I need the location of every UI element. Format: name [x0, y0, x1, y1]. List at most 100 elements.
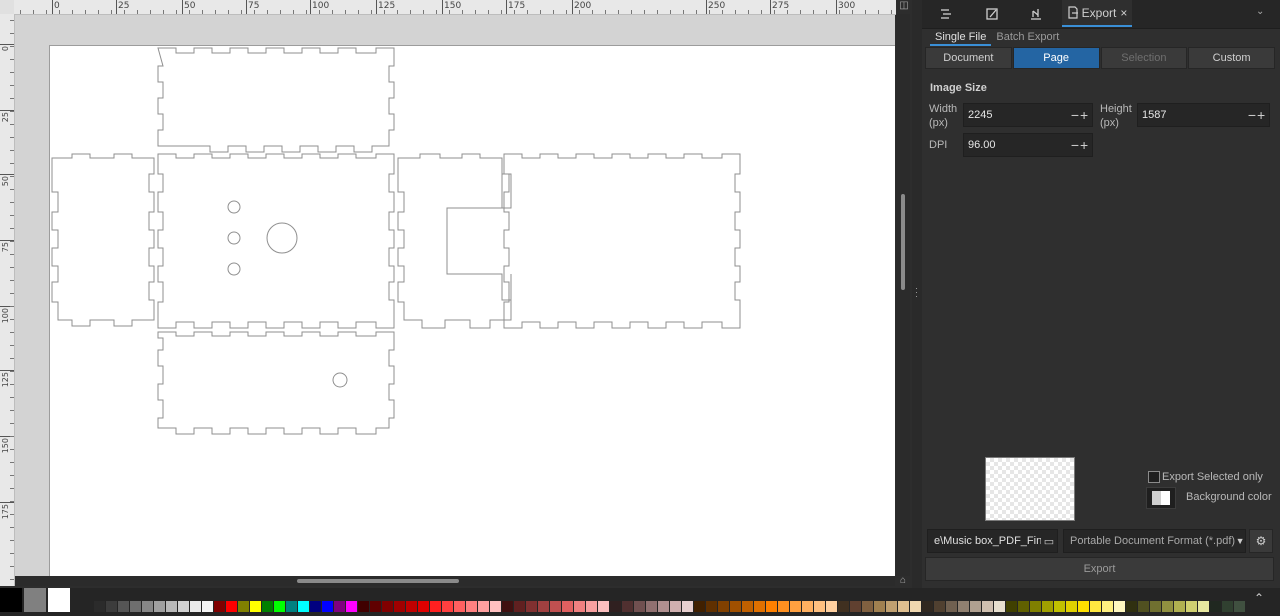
palette-swatch[interactable]	[1066, 601, 1077, 612]
height-stepper[interactable]: −+	[1245, 107, 1269, 123]
palette-swatch[interactable]	[838, 601, 849, 612]
palette-swatch[interactable]	[550, 601, 561, 612]
palette-swatch[interactable]	[562, 601, 573, 612]
dpi-spinbox[interactable]: 96.00 −+	[963, 133, 1093, 157]
palette-swatch[interactable]	[994, 601, 1005, 612]
palette-swatch[interactable]	[586, 601, 597, 612]
palette-swatch[interactable]	[274, 601, 285, 612]
palette-swatch[interactable]	[382, 601, 393, 612]
page-area[interactable]	[49, 45, 895, 576]
palette-swatch[interactable]	[526, 601, 537, 612]
filename-input[interactable]: e\Music box_PDF_Final	[928, 535, 1041, 547]
palette-swatch[interactable]	[946, 601, 957, 612]
palette-swatch[interactable]	[1222, 601, 1233, 612]
palette-swatch[interactable]	[610, 601, 621, 612]
swatch-gray[interactable]	[24, 588, 46, 612]
palette-swatch[interactable]	[898, 601, 909, 612]
palette-swatch[interactable]	[346, 601, 357, 612]
palette-swatch[interactable]	[694, 601, 705, 612]
vertical-ruler[interactable]: 0 25 50 75 100 125 150 175	[0, 14, 15, 586]
plus-icon[interactable]: +	[1080, 137, 1089, 153]
palette-swatch[interactable]	[478, 601, 489, 612]
palette-swatch[interactable]	[1150, 601, 1161, 612]
tab-batch-export[interactable]: Batch Export	[991, 30, 1064, 46]
palette-swatch[interactable]	[286, 601, 297, 612]
palette-swatch[interactable]	[394, 601, 405, 612]
palette-swatch[interactable]	[682, 601, 693, 612]
tab-single-file[interactable]: Single File	[930, 30, 992, 46]
palette-swatch[interactable]	[1114, 601, 1125, 612]
palette-swatch[interactable]	[706, 601, 717, 612]
format-select[interactable]: Portable Document Format (*.pdf) ▼	[1063, 529, 1246, 553]
palette-swatch[interactable]	[958, 601, 969, 612]
palette-swatch[interactable]	[202, 601, 213, 612]
palette-swatch[interactable]	[226, 601, 237, 612]
palette-swatch[interactable]	[442, 601, 453, 612]
palette-swatch[interactable]	[778, 601, 789, 612]
chevron-down-icon[interactable]: ⌄	[1256, 6, 1264, 17]
palette-swatch[interactable]	[874, 601, 885, 612]
palette-swatch[interactable]	[922, 601, 933, 612]
palette-swatch[interactable]	[1042, 601, 1053, 612]
palette-swatch[interactable]	[298, 601, 309, 612]
palette-swatch[interactable]	[814, 601, 825, 612]
horizontal-scroll-thumb[interactable]	[297, 579, 459, 583]
palette-swatch[interactable]	[658, 601, 669, 612]
palette-swatch[interactable]	[1018, 601, 1029, 612]
palette-swatch[interactable]	[766, 601, 777, 612]
palette-swatch[interactable]	[166, 601, 177, 612]
palette-swatch[interactable]	[334, 601, 345, 612]
palette-swatch[interactable]	[406, 601, 417, 612]
palette-swatch[interactable]	[730, 601, 741, 612]
horizontal-ruler[interactable]: 0 25 50 75 100 125 150 175 200 250 275 300	[14, 0, 896, 15]
palette-swatch[interactable]	[982, 601, 993, 612]
palette-swatch[interactable]	[862, 601, 873, 612]
background-color-button[interactable]	[1146, 487, 1176, 509]
palette-swatch[interactable]	[106, 601, 117, 612]
palette-swatch[interactable]	[1090, 601, 1101, 612]
palette-swatch[interactable]	[418, 601, 429, 612]
swatch-black[interactable]	[0, 588, 22, 612]
palette-swatch[interactable]	[574, 601, 585, 612]
plus-icon[interactable]: +	[1080, 107, 1089, 123]
palette-swatch[interactable]	[430, 601, 441, 612]
fill-stroke-tab[interactable]	[978, 0, 1006, 27]
palette-swatch[interactable]	[214, 601, 225, 612]
palette-swatch[interactable]	[358, 601, 369, 612]
palette-swatch[interactable]	[634, 601, 645, 612]
chevron-up-icon[interactable]: ⌃	[1254, 591, 1264, 605]
lock-guides-icon[interactable]: ⌂	[897, 575, 909, 587]
palette-swatch[interactable]	[910, 601, 921, 612]
objects-tab[interactable]	[932, 0, 960, 27]
palette-swatch[interactable]	[718, 601, 729, 612]
palette-swatch[interactable]	[802, 601, 813, 612]
palette-swatch[interactable]	[262, 601, 273, 612]
palette-swatch[interactable]	[118, 601, 129, 612]
palette-swatch[interactable]	[190, 601, 201, 612]
width-stepper[interactable]: −+	[1068, 107, 1092, 123]
vertical-scroll-thumb[interactable]	[901, 194, 905, 290]
palette-swatch[interactable]	[1054, 601, 1065, 612]
palette-swatch[interactable]	[178, 601, 189, 612]
document-button[interactable]: Document	[925, 47, 1012, 69]
dpi-stepper[interactable]: −+	[1068, 137, 1092, 153]
palette-swatch[interactable]	[454, 601, 465, 612]
palette-swatch[interactable]	[1198, 601, 1209, 612]
palette-swatch[interactable]	[370, 601, 381, 612]
palette-swatch[interactable]	[250, 601, 261, 612]
palette-swatch[interactable]	[538, 601, 549, 612]
custom-button[interactable]: Custom	[1188, 47, 1275, 69]
minus-icon[interactable]: −	[1071, 107, 1080, 123]
palette-swatch[interactable]	[490, 601, 501, 612]
swatch-white[interactable]	[48, 588, 70, 612]
close-icon[interactable]: ×	[1120, 6, 1127, 20]
dock-splitter[interactable]: · · ·	[912, 0, 922, 588]
palette-swatch[interactable]	[1210, 601, 1221, 612]
height-input[interactable]: 1587	[1138, 109, 1245, 121]
selection-button[interactable]: Selection	[1100, 47, 1188, 69]
palette-swatch[interactable]	[466, 601, 477, 612]
palette-swatch[interactable]	[130, 601, 141, 612]
palette-swatch[interactable]	[310, 601, 321, 612]
palette-swatch[interactable]	[1138, 601, 1149, 612]
export-selected-checkbox[interactable]	[1148, 471, 1160, 483]
